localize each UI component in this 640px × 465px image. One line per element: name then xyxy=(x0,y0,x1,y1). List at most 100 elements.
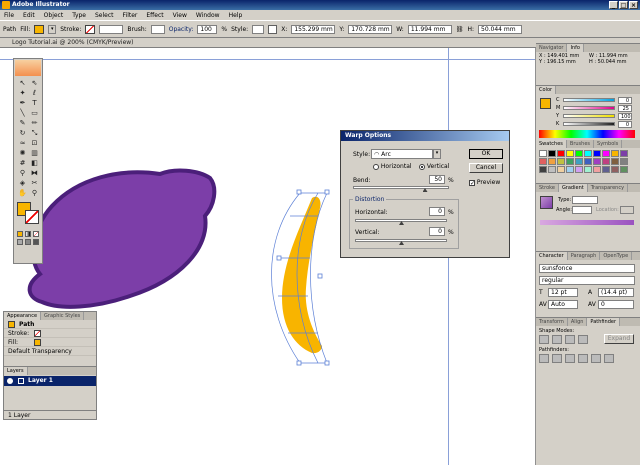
swatch-grid[interactable] xyxy=(536,148,631,175)
blend-tool-icon[interactable]: ⧓ xyxy=(29,169,40,178)
h-field[interactable]: 50.044 mm xyxy=(478,24,522,34)
tab-transparency[interactable]: Transparency xyxy=(588,184,629,192)
font-style-select[interactable]: regular xyxy=(539,276,635,285)
swatch[interactable] xyxy=(557,158,565,165)
full-screen-mode-icon[interactable] xyxy=(33,239,39,245)
rectangle-tool-icon[interactable]: ▭ xyxy=(29,109,40,118)
swatch[interactable] xyxy=(539,158,547,165)
tab-symbols[interactable]: Symbols xyxy=(594,140,623,148)
tab-pathfinder[interactable]: Pathfinder xyxy=(587,318,621,326)
warp-style-dropdown-icon[interactable]: ▾ xyxy=(433,149,441,159)
menu-select[interactable]: Select xyxy=(95,12,114,19)
free-transform-tool-icon[interactable]: ⊡ xyxy=(29,139,40,148)
divide-icon[interactable] xyxy=(539,354,549,363)
color-m-slider[interactable] xyxy=(563,106,615,110)
horizontal-distortion-slider[interactable] xyxy=(355,219,447,225)
brush-field[interactable] xyxy=(150,24,165,34)
slice-tool-icon[interactable]: ✂ xyxy=(29,179,40,188)
tab-brushes[interactable]: Brushes xyxy=(567,140,595,148)
warp-style-select[interactable]: ◠ Arc xyxy=(371,149,433,159)
add-shape-icon[interactable] xyxy=(539,335,549,344)
swatch[interactable] xyxy=(548,166,556,173)
ok-button[interactable]: OK xyxy=(469,149,503,159)
layer-lock-toggle-icon[interactable] xyxy=(18,378,24,384)
scale-tool-icon[interactable]: ⤡ xyxy=(29,129,40,138)
purple-blob-shape[interactable] xyxy=(27,168,217,309)
swatch[interactable] xyxy=(539,166,547,173)
color-c-field[interactable]: 0 xyxy=(618,97,632,104)
pencil-tool-icon[interactable]: ✏ xyxy=(29,119,40,128)
color-c-slider[interactable] xyxy=(563,98,615,102)
swatch[interactable] xyxy=(566,166,574,173)
swatch[interactable] xyxy=(557,166,565,173)
none-mode-icon[interactable] xyxy=(33,231,39,237)
swatch[interactable] xyxy=(584,150,592,157)
fill-swatch[interactable] xyxy=(34,24,45,34)
color-spectrum-bar[interactable] xyxy=(539,130,635,138)
menu-object[interactable]: Object xyxy=(44,12,64,19)
outline-icon[interactable] xyxy=(591,354,601,363)
type-tool-icon[interactable]: T xyxy=(29,99,40,108)
swatch[interactable] xyxy=(611,166,619,173)
kerning-field[interactable]: Auto xyxy=(548,300,578,309)
tab-stroke[interactable]: Stroke xyxy=(536,184,559,192)
color-y-slider[interactable] xyxy=(563,114,615,118)
graph-tool-icon[interactable]: ▥ xyxy=(29,149,40,158)
preview-check-icon[interactable]: ✓ xyxy=(469,179,475,186)
tab-paragraph[interactable]: Paragraph xyxy=(568,252,601,260)
hand-tool-icon[interactable]: ✋ xyxy=(17,189,28,198)
gradient-angle-field[interactable] xyxy=(572,206,592,214)
swatch[interactable] xyxy=(620,166,628,173)
swatch[interactable] xyxy=(620,158,628,165)
expand-button[interactable]: Expand xyxy=(604,334,634,344)
style-field[interactable] xyxy=(252,24,265,34)
tab-transform[interactable]: Transform xyxy=(536,318,568,326)
line-tool-icon[interactable]: ╲ xyxy=(17,109,28,118)
maximize-button[interactable]: □ xyxy=(619,1,628,9)
zoom-tool-icon[interactable]: ⚲ xyxy=(29,189,40,198)
symbol-sprayer-tool-icon[interactable]: ✺ xyxy=(17,149,28,158)
swatch[interactable] xyxy=(575,166,583,173)
swatch[interactable] xyxy=(611,150,619,157)
tab-gradient[interactable]: Gradient xyxy=(558,184,588,192)
menu-file[interactable]: File xyxy=(4,12,14,19)
tab-layers[interactable]: Layers xyxy=(4,367,28,375)
swatch[interactable] xyxy=(566,158,574,165)
orange-banana-shape[interactable] xyxy=(282,196,322,354)
swatch[interactable] xyxy=(593,158,601,165)
vertical-radio-dot-icon[interactable] xyxy=(419,163,425,170)
transform-reference-icon[interactable] xyxy=(268,24,278,34)
trim-icon[interactable] xyxy=(552,354,562,363)
layer-row[interactable]: Layer 1 xyxy=(4,376,96,386)
gradient-ramp[interactable] xyxy=(540,220,634,225)
preview-checkbox[interactable]: ✓ Preview xyxy=(469,179,500,186)
gradient-preview-swatch[interactable] xyxy=(540,196,553,209)
menu-type[interactable]: Type xyxy=(72,12,86,19)
stroke-swatch[interactable] xyxy=(85,24,96,34)
swatch[interactable] xyxy=(593,166,601,173)
intersect-shape-icon[interactable] xyxy=(565,335,575,344)
link-proportions-icon[interactable]: ⛓ xyxy=(456,26,464,33)
color-k-slider[interactable] xyxy=(563,122,615,126)
cancel-button[interactable]: Cancel xyxy=(469,163,503,173)
swatch[interactable] xyxy=(602,158,610,165)
eyedropper-tool-icon[interactable]: ⚲ xyxy=(17,169,28,178)
tracking-field[interactable]: 0 xyxy=(598,300,634,309)
close-button[interactable]: × xyxy=(629,1,638,9)
pen-tool-icon[interactable]: ✒ xyxy=(17,99,28,108)
color-m-field[interactable]: 25 xyxy=(618,105,632,112)
x-field[interactable]: 155.299 mm xyxy=(291,24,336,34)
appearance-transparency-row[interactable]: Default Transparency xyxy=(4,347,96,356)
opacity-field[interactable]: 100 xyxy=(197,24,218,34)
horizontal-radio-dot-icon[interactable] xyxy=(373,163,379,170)
paintbrush-tool-icon[interactable]: ✎ xyxy=(17,119,28,128)
swatch[interactable] xyxy=(593,150,601,157)
eye-icon[interactable] xyxy=(7,378,13,384)
magic-wand-tool-icon[interactable]: ✦ xyxy=(17,89,28,98)
fill-stroke-widget[interactable] xyxy=(17,202,39,228)
full-screen-menu-mode-icon[interactable] xyxy=(25,239,31,245)
swatch[interactable] xyxy=(611,158,619,165)
minimize-button[interactable]: _ xyxy=(609,1,618,9)
menu-window[interactable]: Window xyxy=(196,12,220,19)
swatch[interactable] xyxy=(566,150,574,157)
